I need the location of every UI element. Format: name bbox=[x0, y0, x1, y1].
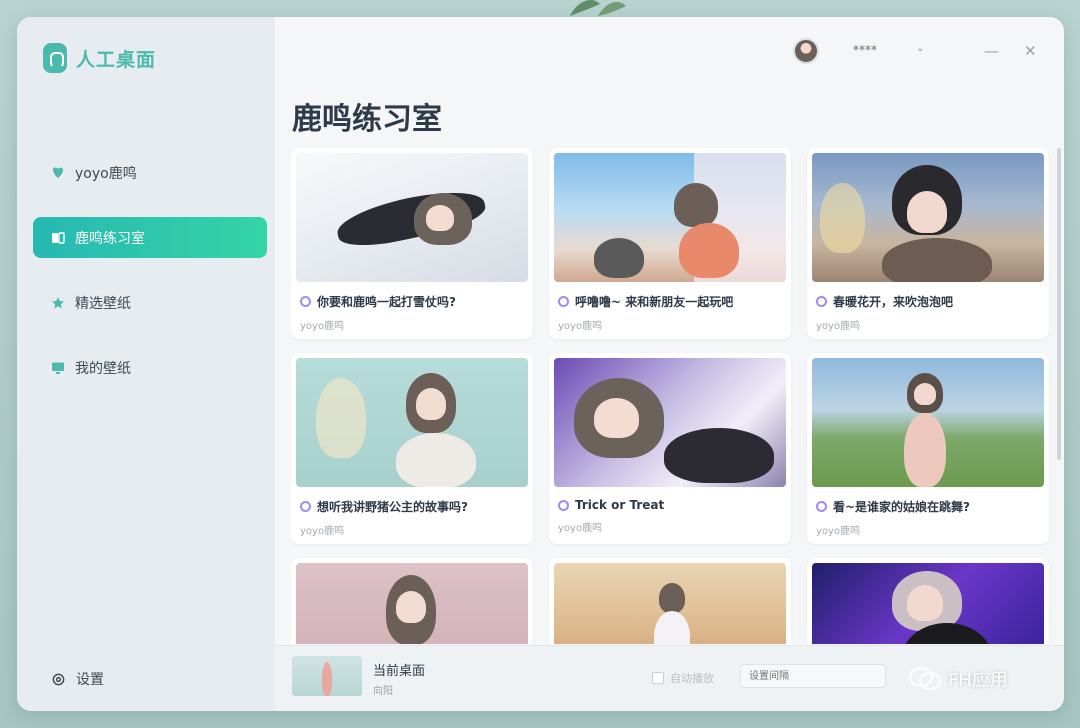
wallpaper-card[interactable] bbox=[549, 558, 791, 644]
card-title: 春暖花开，来吹泡泡吧 bbox=[833, 295, 954, 309]
card-author: yoyo鹿鸣 bbox=[816, 526, 861, 537]
monitor-icon bbox=[51, 361, 65, 375]
dynamic-wallpaper-icon bbox=[300, 296, 311, 307]
wallpaper-grid: 你要和鹿鸣一起打雪仗吗? yoyo鹿鸣 呼噜噜~ 来和新朋友一起玩吧 yoyo鹿… bbox=[291, 148, 1051, 644]
page-title: 鹿鸣练习室 bbox=[292, 102, 442, 137]
card-title: 想听我讲野猪公主的故事吗? bbox=[317, 500, 468, 514]
app-logo[interactable]: 人工桌面 bbox=[43, 43, 156, 73]
grid-scrollbar[interactable] bbox=[1057, 148, 1061, 460]
wallpaper-thumbnail bbox=[812, 563, 1044, 644]
card-author: yoyo鹿鸣 bbox=[300, 321, 345, 332]
wallpaper-thumbnail bbox=[296, 358, 528, 487]
heart-leaf-icon bbox=[51, 166, 65, 180]
card-title: 看~是谁家的姑娘在跳舞? bbox=[833, 500, 971, 514]
sidebar-item-featured-wallpapers[interactable]: 精选壁纸 bbox=[33, 282, 267, 323]
dynamic-wallpaper-icon bbox=[558, 499, 569, 511]
sidebar-item-practice-room[interactable]: 鹿鸣练习室 bbox=[33, 217, 267, 258]
dynamic-wallpaper-icon bbox=[816, 296, 827, 307]
wallpaper-grid-viewport: 你要和鹿鸣一起打雪仗吗? yoyo鹿鸣 呼噜噜~ 来和新朋友一起玩吧 yoyo鹿… bbox=[291, 148, 1051, 644]
settings-label: 设置 bbox=[76, 672, 104, 688]
dynamic-wallpaper-icon bbox=[300, 501, 311, 512]
card-author: yoyo鹿鸣 bbox=[558, 523, 603, 534]
wallpaper-thumbnail bbox=[296, 563, 528, 644]
sidebar-item-my-wallpapers[interactable]: 我的壁纸 bbox=[33, 347, 267, 388]
wallpaper-card[interactable]: 想听我讲野猪公主的故事吗? yoyo鹿鸣 bbox=[291, 353, 533, 544]
practice-room-icon bbox=[51, 231, 65, 245]
wallpaper-card[interactable] bbox=[291, 558, 533, 644]
wallpaper-card[interactable]: 看~是谁家的姑娘在跳舞? yoyo鹿鸣 bbox=[807, 353, 1049, 544]
card-title: 你要和鹿鸣一起打雪仗吗? bbox=[317, 295, 456, 309]
close-button[interactable]: ✕ bbox=[1024, 42, 1037, 60]
current-wallpaper-thumbnail[interactable] bbox=[292, 656, 362, 696]
wallpaper-thumbnail bbox=[812, 358, 1044, 487]
watermark-text: FH应用 bbox=[948, 670, 1008, 691]
wallpaper-card[interactable]: 春暖花开，来吹泡泡吧 yoyo鹿鸣 bbox=[807, 148, 1049, 339]
sidebar-item-label: 鹿鸣练习室 bbox=[75, 230, 145, 247]
dynamic-wallpaper-icon bbox=[816, 501, 827, 512]
app-name: 人工桌面 bbox=[76, 48, 157, 71]
sidebar-item-label: yoyo鹿鸣 bbox=[75, 165, 137, 182]
minimize-button[interactable]: — bbox=[984, 42, 999, 60]
wechat-icon bbox=[909, 667, 941, 690]
autoplay-checkbox[interactable] bbox=[652, 672, 664, 684]
card-author: yoyo鹿鸣 bbox=[816, 321, 861, 332]
dynamic-wallpaper-icon bbox=[558, 296, 569, 307]
card-author: yoyo鹿鸣 bbox=[558, 321, 603, 332]
star-icon bbox=[51, 296, 65, 310]
logo-mark-icon bbox=[43, 43, 67, 73]
watermark: FH应用 bbox=[908, 666, 1008, 692]
wallpaper-card[interactable]: 你要和鹿鸣一起打雪仗吗? yoyo鹿鸣 bbox=[291, 148, 533, 339]
interval-input[interactable] bbox=[740, 664, 886, 688]
card-title: Trick or Treat bbox=[575, 498, 665, 512]
wallpaper-thumbnail bbox=[554, 563, 786, 644]
main-content: **** ⌄ — ✕ 鹿鸣练习室 你要和鹿鸣一起打雪仗吗? yoyo鹿鸣 呼噜噜… bbox=[275, 17, 1064, 711]
wallpaper-card[interactable]: 呼噜噜~ 来和新朋友一起玩吧 yoyo鹿鸣 bbox=[549, 148, 791, 339]
wallpaper-thumbnail bbox=[812, 153, 1044, 282]
wallpaper-thumbnail bbox=[554, 153, 786, 282]
card-title: 呼噜噜~ 来和新朋友一起玩吧 bbox=[575, 295, 734, 309]
avatar[interactable] bbox=[793, 38, 819, 64]
wallpaper-card[interactable] bbox=[807, 558, 1049, 644]
current-wallpaper-title: 当前桌面 bbox=[373, 664, 426, 679]
card-author: yoyo鹿鸣 bbox=[300, 526, 345, 537]
settings-button[interactable]: 设置 bbox=[51, 669, 104, 689]
chevron-down-icon[interactable]: ⌄ bbox=[916, 43, 924, 54]
leaf-decoration bbox=[570, 0, 626, 16]
sidebar-nav: yoyo鹿鸣 鹿鸣练习室 精选壁纸 我的壁纸 bbox=[33, 152, 267, 412]
wallpaper-thumbnail bbox=[296, 153, 528, 282]
current-wallpaper-name: 向阳 bbox=[373, 686, 393, 697]
wallpaper-card[interactable]: Trick or Treat yoyo鹿鸣 bbox=[549, 353, 791, 544]
app-window: 人工桌面 yoyo鹿鸣 鹿鸣练习室 精选壁纸 我的壁纸 设置 **** ⌄ — … bbox=[17, 17, 1064, 711]
autoplay-label: 自动播放 bbox=[670, 672, 714, 685]
username[interactable]: **** bbox=[853, 43, 877, 57]
autoplay-toggle[interactable]: 自动播放 bbox=[652, 670, 714, 686]
sidebar-item-yoyo-luming[interactable]: yoyo鹿鸣 bbox=[33, 152, 267, 193]
sidebar: 人工桌面 yoyo鹿鸣 鹿鸣练习室 精选壁纸 我的壁纸 设置 bbox=[17, 17, 275, 711]
sidebar-item-label: 精选壁纸 bbox=[75, 295, 131, 312]
gear-icon bbox=[52, 673, 65, 685]
wallpaper-thumbnail bbox=[554, 358, 786, 487]
sidebar-item-label: 我的壁纸 bbox=[75, 360, 131, 377]
